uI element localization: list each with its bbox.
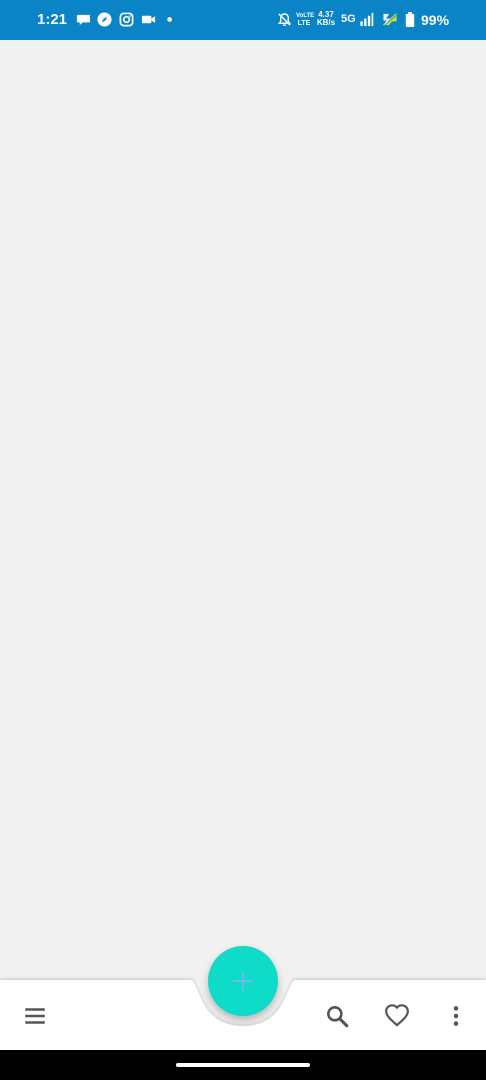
volte-bottom: LTE [297, 20, 311, 27]
compass-icon [97, 12, 112, 27]
status-bar: 1:21 VoLTE LTE 4.37 KB/s 5G 99% [0, 0, 486, 40]
battery-percent: 99% [421, 12, 450, 28]
instagram-icon [119, 12, 134, 27]
heart-icon[interactable] [384, 1003, 410, 1029]
plus-icon [233, 971, 253, 991]
charging-icon [381, 12, 398, 27]
network-type: 5G [341, 13, 356, 25]
more-vert-icon[interactable] [443, 1003, 469, 1029]
menu-icon[interactable] [22, 1003, 48, 1029]
bell-off-icon [277, 12, 292, 27]
volte-top: VoLTE [296, 13, 315, 19]
add-fab-button[interactable] [208, 946, 278, 1016]
signal-icon [358, 12, 374, 27]
video-camera-icon [141, 12, 156, 27]
home-gesture-bar[interactable] [176, 1063, 310, 1067]
main-content [0, 40, 486, 980]
battery-icon [405, 12, 415, 27]
search-icon[interactable] [324, 1003, 350, 1029]
notification-dot-icon [164, 12, 179, 27]
status-time: 1:21 [37, 11, 68, 28]
speed-unit: KB/s [316, 18, 336, 27]
volte-label: VoLTE LTE [296, 12, 315, 28]
network-speed: 4.37 KB/s [314, 11, 338, 27]
chat-bubble-icon [76, 12, 91, 27]
